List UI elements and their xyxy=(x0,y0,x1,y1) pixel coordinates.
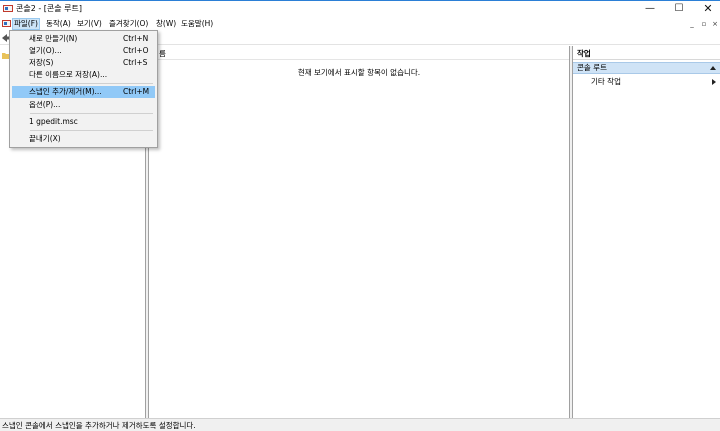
actions-section-label: 콘솔 루트 xyxy=(577,63,607,72)
mmc-app-icon xyxy=(3,5,13,12)
menu-action[interactable]: 동작(A) xyxy=(45,18,72,30)
menu-view[interactable]: 보기(V) xyxy=(76,18,103,30)
menu-separator xyxy=(30,83,153,84)
menu-item-recent-file[interactable]: 1 gpedit.msc xyxy=(12,116,155,128)
menu-item-save[interactable]: 저장(S) Ctrl+S xyxy=(12,57,155,69)
collapse-arrow-icon[interactable] xyxy=(710,66,716,70)
menu-separator xyxy=(30,113,153,114)
file-menu-dropdown: 새로 만들기(N) Ctrl+N 열기(O)... Ctrl+O 저장(S) C… xyxy=(9,30,158,148)
menu-item-shortcut: Ctrl+M xyxy=(123,87,150,96)
menu-item-shortcut: Ctrl+S xyxy=(123,58,148,67)
menu-item-label: 저장(S) xyxy=(29,58,54,67)
results-pane[interactable]: 름 현재 보기에서 표시할 항목이 없습니다. xyxy=(148,46,570,418)
menu-item-label: 옵션(P)... xyxy=(29,100,61,109)
menu-window[interactable]: 창(W) xyxy=(155,18,177,30)
menu-favorites[interactable]: 즐겨찾기(O) xyxy=(108,18,149,30)
menu-item-label: 새로 만들기(N) xyxy=(29,34,78,43)
menu-item-save-as[interactable]: 다른 이름으로 저장(A)... xyxy=(12,69,155,81)
more-actions-label: 기타 작업 xyxy=(591,77,621,86)
menu-item-shortcut: Ctrl+O xyxy=(123,46,149,55)
menu-item-label: 다른 이름으로 저장(A)... xyxy=(29,70,108,79)
more-actions-item[interactable]: 기타 작업 xyxy=(591,77,716,87)
mdi-minimize-button[interactable]: _ xyxy=(686,18,698,30)
menu-item-exit[interactable]: 끝내기(X) xyxy=(12,133,155,145)
menu-item-label: 끝내기(X) xyxy=(29,134,61,143)
submenu-arrow-icon xyxy=(712,79,716,85)
actions-pane: 작업 콘솔 루트 기타 작업 xyxy=(572,46,720,418)
menu-item-label: 1 gpedit.msc xyxy=(29,117,78,126)
menu-item-label: 스냅인 추가/제거(M)... xyxy=(29,87,102,96)
maximize-button[interactable]: ☐ xyxy=(668,2,690,16)
title-bar: 콘솔2 - [콘솔 루트] — ☐ ✕ xyxy=(0,1,720,17)
status-text: 스냅인 콘솔에서 스냅인을 추가하거나 제거하도록 설정합니다. xyxy=(2,421,196,430)
menu-item-add-remove-snapin[interactable]: 스냅인 추가/제거(M)... Ctrl+M xyxy=(12,86,155,98)
status-bar: 스냅인 콘솔에서 스냅인을 추가하거나 제거하도록 설정합니다. xyxy=(0,418,720,431)
menu-help[interactable]: 도움말(H) xyxy=(180,18,214,30)
actions-section-header[interactable]: 콘솔 루트 xyxy=(573,62,720,74)
menu-bar: 파일(F) 동작(A) 보기(V) 즐겨찾기(O) 창(W) 도움말(H) _ … xyxy=(0,17,720,31)
minimize-button[interactable]: — xyxy=(639,2,661,16)
menu-item-new[interactable]: 새로 만들기(N) Ctrl+N xyxy=(12,33,155,45)
actions-title: 작업 xyxy=(573,48,720,60)
menu-item-open[interactable]: 열기(O)... Ctrl+O xyxy=(12,45,155,57)
console-icon[interactable] xyxy=(2,19,11,28)
menu-item-options[interactable]: 옵션(P)... xyxy=(12,99,155,111)
column-header-name[interactable]: 름 xyxy=(149,48,569,60)
menu-item-label: 열기(O)... xyxy=(29,46,62,55)
column-header-label: 름 xyxy=(159,49,166,58)
window-title: 콘솔2 - [콘솔 루트] xyxy=(16,4,83,13)
mdi-close-button[interactable]: × xyxy=(709,18,720,30)
menu-item-shortcut: Ctrl+N xyxy=(123,34,149,43)
menu-separator xyxy=(30,130,153,131)
close-button[interactable]: ✕ xyxy=(697,2,719,16)
empty-view-message: 현재 보기에서 표시할 항목이 없습니다. xyxy=(297,68,421,77)
menu-file[interactable]: 파일(F) xyxy=(12,18,40,30)
